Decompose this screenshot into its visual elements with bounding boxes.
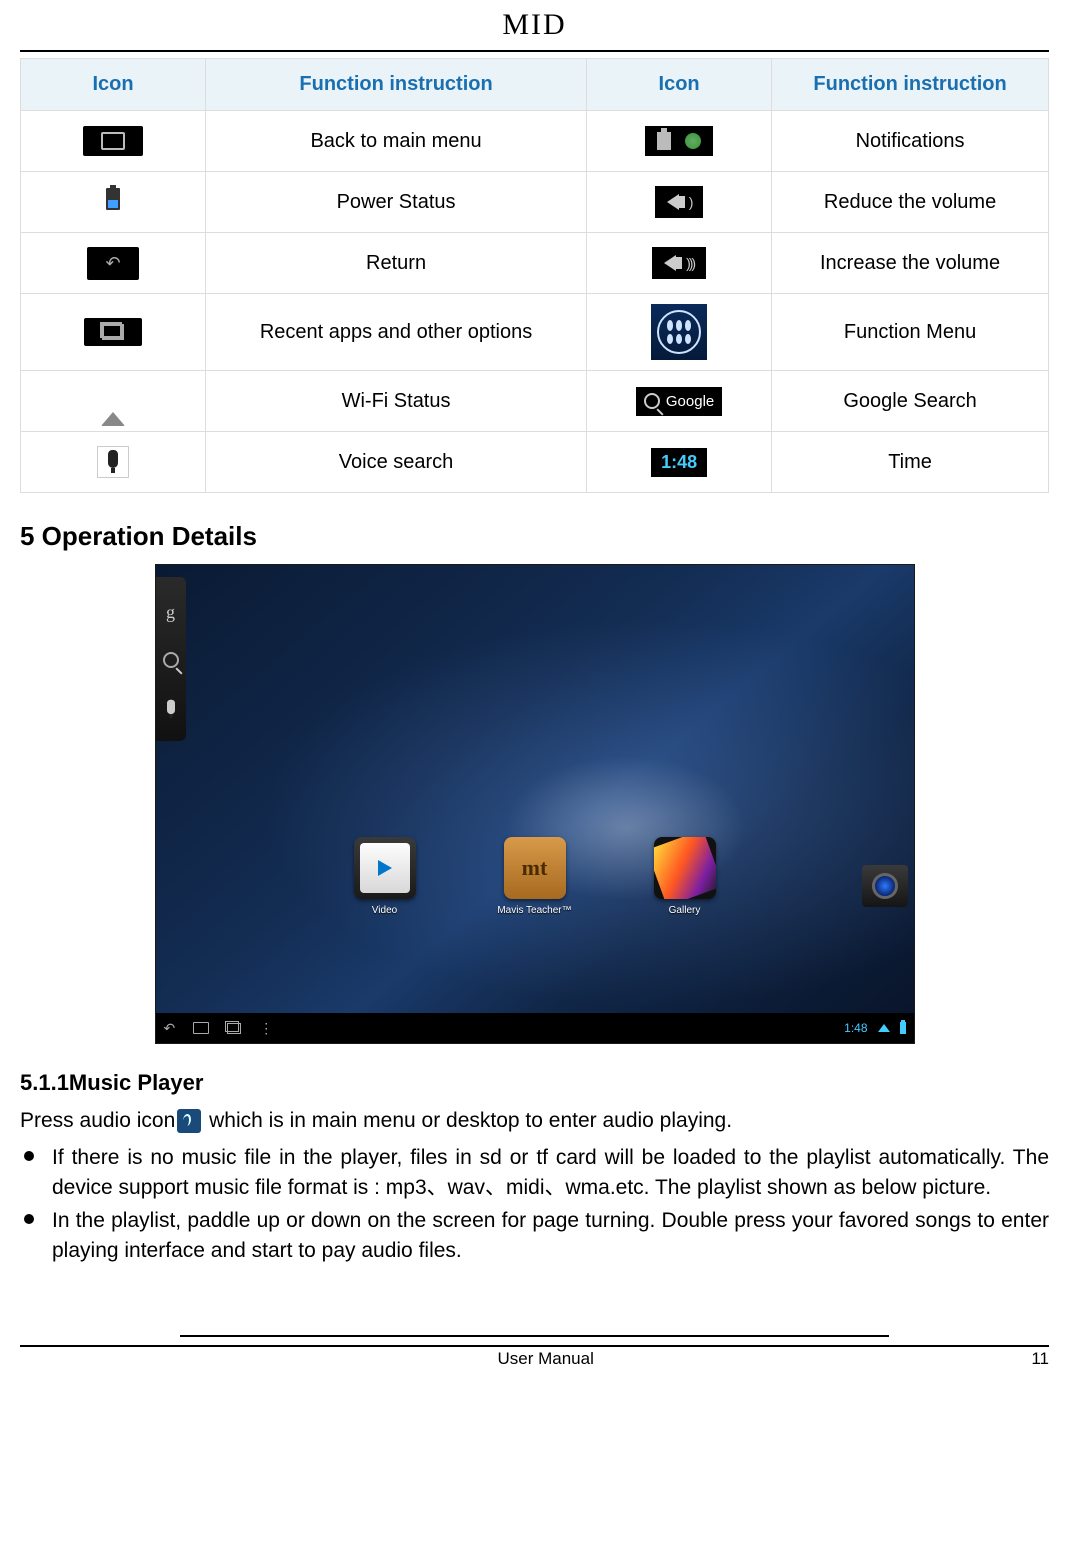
tablet-screenshot: g Video mt Mavis Teacher™ Gallery bbox=[155, 564, 915, 1044]
icon-function-table: Icon Function instruction Icon Function … bbox=[20, 58, 1049, 493]
wifi-icon bbox=[101, 390, 125, 426]
nav-menu-icon: ⋮ bbox=[259, 1020, 273, 1037]
nav-clock: 1:48 bbox=[844, 1021, 867, 1035]
desc-back-main: Back to main menu bbox=[206, 111, 587, 172]
desc-return: Return bbox=[206, 233, 587, 294]
document-header-title: MID bbox=[20, 8, 1049, 44]
table-row: Back to main menu Notifications bbox=[21, 111, 1049, 172]
th-func-2: Function instruction bbox=[772, 59, 1049, 111]
table-row: ↶ Return ))) Increase the volume bbox=[21, 233, 1049, 294]
nav-home-icon bbox=[193, 1022, 209, 1034]
voice-search-icon bbox=[97, 446, 129, 478]
table-row: Power Status ) Reduce the volume bbox=[21, 172, 1049, 233]
screenshot-app-video: Video bbox=[344, 837, 426, 916]
screenshot-app-mt: mt Mavis Teacher™ bbox=[494, 837, 576, 916]
desc-increase-volume: Increase the volume bbox=[772, 233, 1049, 294]
screenshot-app-gallery: Gallery bbox=[644, 837, 726, 916]
th-icon-2: Icon bbox=[587, 59, 772, 111]
desc-notifications: Notifications bbox=[772, 111, 1049, 172]
nav-battery-icon bbox=[900, 1022, 906, 1034]
press-audio-line: Press audio icon which is in main menu o… bbox=[20, 1106, 1049, 1135]
time-icon: 1:48 bbox=[651, 448, 707, 477]
desc-function-menu: Function Menu bbox=[772, 294, 1049, 371]
bullet-item-1: If there is no music file in the player,… bbox=[20, 1143, 1049, 1202]
battery-icon bbox=[106, 188, 120, 210]
screenshot-search-sidebar: g bbox=[156, 577, 186, 741]
notifications-icon bbox=[645, 126, 713, 156]
desc-reduce-volume: Reduce the volume bbox=[772, 172, 1049, 233]
table-row: Recent apps and other options Function M… bbox=[21, 294, 1049, 371]
return-icon: ↶ bbox=[87, 247, 138, 280]
google-search-icon: Google bbox=[636, 387, 722, 416]
desc-time: Time bbox=[772, 432, 1049, 493]
volume-down-icon: ) bbox=[655, 186, 704, 218]
sub-heading-music-player: 5.1.1Music Player bbox=[20, 1070, 1049, 1096]
bullet-dot-icon bbox=[24, 1151, 34, 1161]
th-func-1: Function instruction bbox=[206, 59, 587, 111]
header-rule bbox=[20, 50, 1049, 52]
nav-recent-icon bbox=[227, 1023, 241, 1034]
desc-wifi-status: Wi-Fi Status bbox=[206, 371, 587, 432]
audio-app-icon bbox=[177, 1109, 201, 1133]
desc-voice-search: Voice search bbox=[206, 432, 587, 493]
volume-up-icon: ))) bbox=[652, 247, 706, 279]
bullet-dot-icon bbox=[24, 1214, 34, 1224]
home-icon bbox=[83, 126, 143, 156]
table-row: Voice search 1:48 Time bbox=[21, 432, 1049, 493]
bullet-item-2: In the playlist, paddle up or down on th… bbox=[20, 1206, 1049, 1265]
table-row: Wi-Fi Status Google Google Search bbox=[21, 371, 1049, 432]
function-menu-icon bbox=[651, 304, 707, 360]
nav-wifi-icon bbox=[878, 1024, 890, 1032]
desc-power-status: Power Status bbox=[206, 172, 587, 233]
nav-back-icon: ↶ bbox=[164, 1020, 176, 1037]
desc-recent-apps: Recent apps and other options bbox=[206, 294, 587, 371]
screenshot-nav-bar: ↶ ⋮ 1:48 bbox=[156, 1013, 914, 1043]
desc-google-search: Google Search bbox=[772, 371, 1049, 432]
footer-page-number: 11 bbox=[1031, 1349, 1049, 1369]
page-footer: User Manual 11 bbox=[20, 1335, 1049, 1369]
footer-title: User Manual bbox=[60, 1349, 1031, 1369]
screenshot-camera-widget bbox=[862, 865, 908, 907]
recent-apps-icon bbox=[84, 318, 142, 346]
th-icon-1: Icon bbox=[21, 59, 206, 111]
section-heading-operation-details: 5 Operation Details bbox=[20, 521, 1049, 552]
